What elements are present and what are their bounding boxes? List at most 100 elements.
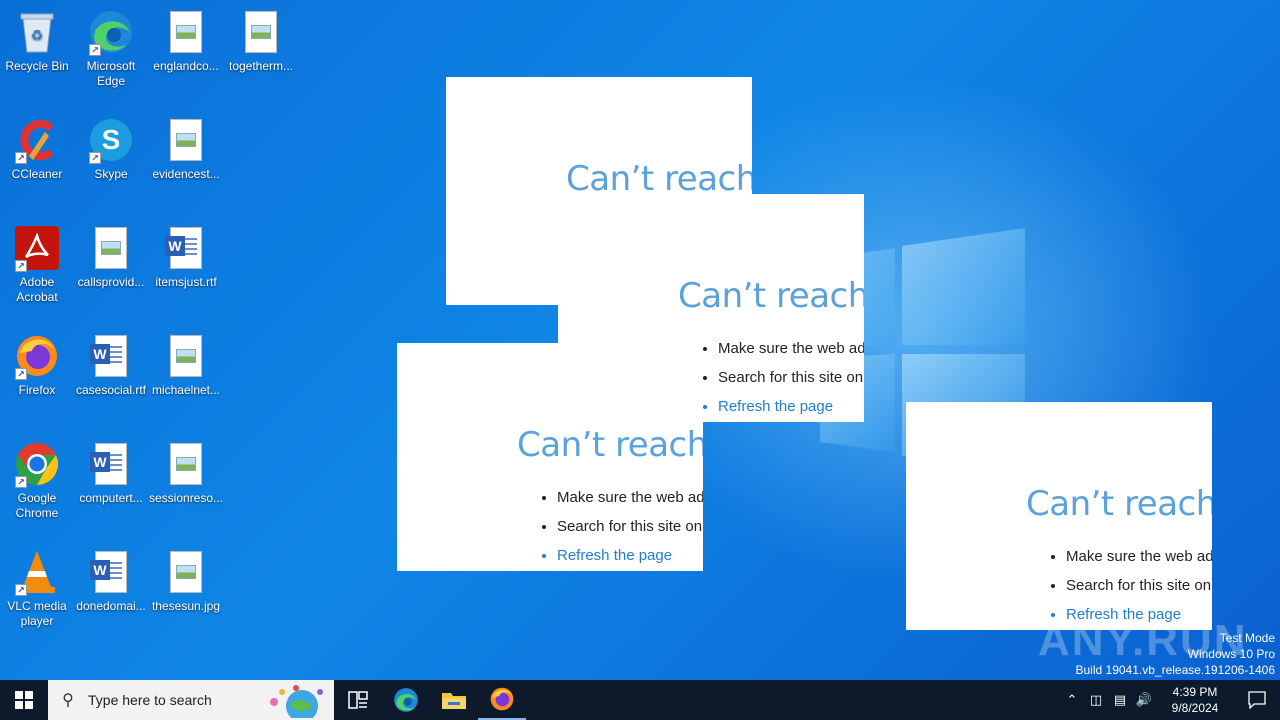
- taskbar-clock[interactable]: 4:39 PM 9/8/2024: [1156, 684, 1234, 716]
- taskbar-search-box[interactable]: ⚲ Type here to search: [48, 680, 334, 720]
- error-suggestion: Search for this site on: [718, 369, 864, 386]
- refresh-page-link[interactable]: Refresh the page: [718, 398, 864, 415]
- desktop-icon-donedomai[interactable]: W donedomai...: [74, 548, 148, 614]
- desktop-icon-michaelnet[interactable]: michaelnet...: [149, 332, 223, 398]
- shortcut-arrow-icon: ↗: [15, 368, 27, 380]
- word-document-icon: W: [87, 548, 135, 596]
- desktop-icon-label: computert...: [79, 491, 143, 505]
- taskbar-edge-button[interactable]: [382, 680, 430, 720]
- desktop-icon-label: evidencest...: [152, 167, 220, 181]
- image-file-icon: [237, 8, 285, 56]
- task-view-button[interactable]: [334, 680, 382, 720]
- desktop-icon-adobe-acrobat[interactable]: ↗ Adobe Acrobat: [0, 224, 74, 305]
- desktop-icon-thesesun[interactable]: thesesun.jpg: [149, 548, 223, 614]
- watermark-line: Test Mode: [1219, 631, 1275, 645]
- desktop-icon-evidencest[interactable]: evidencest...: [149, 116, 223, 182]
- adobe-acrobat-icon: ↗: [13, 224, 61, 272]
- vlc-cone-icon: ↗: [13, 548, 61, 596]
- image-file-icon: [162, 440, 210, 488]
- image-file-icon: [162, 332, 210, 380]
- skype-icon: S ↗: [87, 116, 135, 164]
- taskbar: ⚲ Type here to search ⌃ ◫ ▤ 🔊 4:39 PM 9/: [0, 680, 1280, 720]
- error-suggestion: Search for this site on: [557, 518, 703, 535]
- search-placeholder: Type here to search: [88, 692, 212, 708]
- desktop-icon-skype[interactable]: S ↗ Skype: [74, 116, 148, 182]
- desktop-icon-computert[interactable]: W computert...: [74, 440, 148, 506]
- word-document-icon: W: [87, 440, 135, 488]
- svg-text:♻: ♻: [31, 27, 44, 43]
- ccleaner-icon: ↗: [13, 116, 61, 164]
- image-file-icon: [87, 224, 135, 272]
- desktop-icon-label: togetherm...: [228, 59, 294, 73]
- desktop-icon-label: thesesun.jpg: [151, 599, 221, 613]
- desktop-icon-label: Microsoft Edge: [86, 59, 136, 88]
- firefox-icon: ↗: [13, 332, 61, 380]
- chevron-up-icon[interactable]: ⌃: [1060, 692, 1084, 708]
- desktop-icon-togetherm[interactable]: togetherm...: [224, 8, 298, 74]
- desktop-icon-sessionreso[interactable]: sessionreso...: [149, 440, 223, 506]
- desktop-icon-label: Adobe Acrobat: [16, 275, 58, 304]
- watermark-line: Windows 10 Pro: [1187, 647, 1275, 661]
- desktop-icon-label: Google Chrome: [15, 491, 59, 520]
- error-title: Can’t reach t: [566, 159, 752, 199]
- notification-icon: [1248, 691, 1266, 709]
- watermark-line: Build 19041.vb_release.191206-1406: [1075, 663, 1276, 677]
- folder-icon: [442, 693, 466, 709]
- error-suggestion: Search for this site on: [1066, 577, 1212, 594]
- volume-icon[interactable]: 🔊: [1132, 692, 1156, 708]
- desktop-icon-label: michaelnet...: [151, 383, 221, 397]
- error-suggestion: Make sure the web ad: [718, 340, 864, 357]
- desktop-icon-callsprovid[interactable]: callsprovid...: [74, 224, 148, 290]
- desktop-icon-label: sessionreso...: [149, 491, 224, 505]
- windows-start-icon: [15, 691, 33, 709]
- image-file-icon: [162, 8, 210, 56]
- system-tray: ⌃ ◫ ▤ 🔊 4:39 PM 9/8/2024: [1060, 680, 1280, 720]
- image-file-icon: [162, 116, 210, 164]
- recycle-bin-icon: ♻: [13, 8, 61, 56]
- desktop-icon-englandco[interactable]: englandco...: [149, 8, 223, 74]
- desktop-icon-ccleaner[interactable]: ↗ CCleaner: [0, 116, 74, 182]
- error-window-3[interactable]: Can’t reach t Make sure the web ad Searc…: [397, 343, 703, 571]
- shortcut-arrow-icon: ↗: [15, 584, 27, 596]
- microsoft-edge-icon: ↗: [87, 8, 135, 56]
- desktop-icon-google-chrome[interactable]: ↗ Google Chrome: [0, 440, 74, 521]
- desktop-icon-label: Skype: [94, 167, 128, 181]
- clock-time: 4:39 PM: [1172, 685, 1218, 699]
- test-mode-watermark: Test Mode Windows 10 Pro Build 19041.vb_…: [1076, 630, 1276, 678]
- refresh-page-link[interactable]: Refresh the page: [557, 547, 703, 564]
- desktop-icon-vlc[interactable]: ↗ VLC media player: [0, 548, 74, 629]
- search-highlight-illustration-icon: [270, 685, 323, 718]
- microsoft-edge-icon: [394, 688, 418, 712]
- shortcut-arrow-icon: ↗: [15, 476, 27, 488]
- desktop-icon-label: itemsjust.rtf: [155, 275, 217, 289]
- desktop-icon-itemsjust[interactable]: W itemsjust.rtf: [149, 224, 223, 290]
- search-icon: ⚲: [62, 692, 74, 709]
- desktop-icon-label: Firefox: [18, 383, 56, 397]
- device-tray-icon[interactable]: ◫: [1084, 692, 1108, 708]
- taskbar-file-explorer-button[interactable]: [430, 680, 478, 720]
- desktop-icon-recycle-bin[interactable]: ♻ Recycle Bin: [0, 8, 74, 74]
- error-suggestion: Make sure the web ad: [557, 489, 703, 506]
- word-document-icon: W: [162, 224, 210, 272]
- desktop-icon-label: callsprovid...: [77, 275, 145, 289]
- start-button[interactable]: [0, 680, 48, 720]
- taskbar-firefox-button[interactable]: [478, 680, 526, 720]
- error-suggestion: Make sure the web ad: [1066, 548, 1212, 565]
- task-view-icon: [348, 691, 368, 709]
- desktop-icon-label: CCleaner: [11, 167, 63, 181]
- desktop-icon-label: Recycle Bin: [5, 59, 69, 73]
- desktop-icon-firefox[interactable]: ↗ Firefox: [0, 332, 74, 398]
- shortcut-arrow-icon: ↗: [15, 152, 27, 164]
- desktop-icon-microsoft-edge[interactable]: ↗ Microsoft Edge: [74, 8, 148, 89]
- notification-center-button[interactable]: [1234, 680, 1280, 720]
- error-title: Can’t reach t: [517, 425, 703, 465]
- error-window-4[interactable]: Can’t reach t Make sure the web ad Searc…: [906, 402, 1212, 630]
- error-title: Can’t reach t: [1026, 484, 1212, 524]
- shortcut-arrow-icon: ↗: [89, 44, 101, 56]
- desktop-icon-label: donedomai...: [76, 599, 146, 613]
- error-title: Can’t reach t: [678, 276, 864, 316]
- desktop-icon-casesocial[interactable]: W casesocial.rtf: [74, 332, 148, 398]
- desktop-icon-label: casesocial.rtf: [75, 383, 147, 397]
- network-icon[interactable]: ▤: [1108, 692, 1132, 708]
- google-chrome-icon: ↗: [13, 440, 61, 488]
